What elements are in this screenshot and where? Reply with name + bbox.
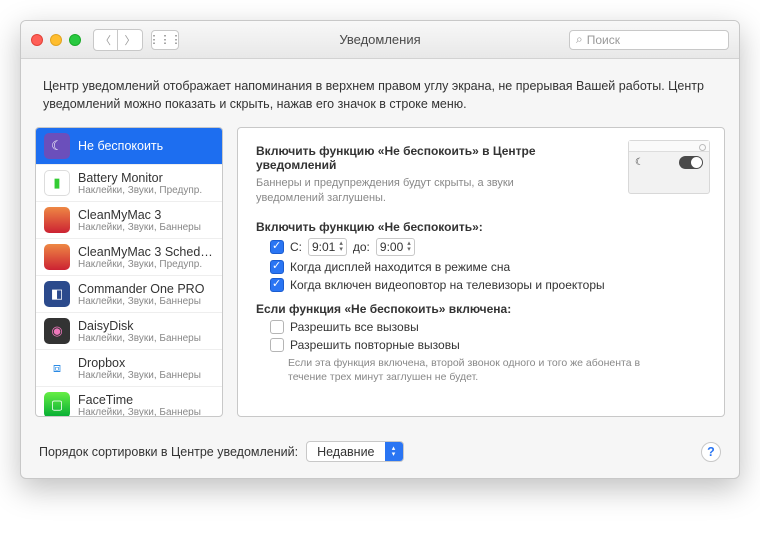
- sidebar-item-cleanmymac-sched[interactable]: CleanMyMac 3 SchedulerНаклейки, Звуки, П…: [36, 239, 222, 276]
- search-input[interactable]: ⌕ Поиск: [569, 30, 729, 50]
- facetime-icon: ▢: [44, 392, 70, 417]
- toggle-icon: [679, 156, 703, 169]
- time-from-input[interactable]: 9:01▴▾: [308, 238, 347, 256]
- search-icon: ⌕: [576, 32, 583, 47]
- detail-description: Баннеры и предупреждения будут скрыты, а…: [256, 176, 556, 206]
- search-placeholder: Поиск: [587, 33, 620, 47]
- dropbox-icon: ⧈: [44, 355, 70, 381]
- schedule-row: С: 9:01▴▾ до: 9:00▴▾: [270, 238, 706, 256]
- sidebar-item-facetime[interactable]: ▢ FaceTimeНаклейки, Звуки, Баннеры: [36, 387, 222, 417]
- allow-all-checkbox[interactable]: [270, 320, 284, 334]
- preview-thumbnail: ☾: [628, 140, 710, 194]
- sidebar-item-battery[interactable]: ▮ Battery MonitorНаклейки, Звуки, Предуп…: [36, 165, 222, 202]
- repeat-hint: Если эта функция включена, второй звонок…: [288, 356, 648, 384]
- titlebar: 〈 〉 ⋮⋮⋮ Уведомления ⌕ Поиск: [21, 21, 739, 59]
- sidebar-item-commander[interactable]: ◧ Commander One PROНаклейки, Звуки, Банн…: [36, 276, 222, 313]
- detail-heading: Включить функцию «Не беспокоить» в Центр…: [256, 144, 556, 172]
- app-icon: [44, 244, 70, 270]
- traffic-lights: [31, 34, 81, 46]
- detail-panel: ☾ Включить функцию «Не беспокоить» в Цен…: [237, 127, 725, 417]
- sidebar-item-cleanmymac[interactable]: CleanMyMac 3Наклейки, Звуки, Баннеры: [36, 202, 222, 239]
- footer: Порядок сортировки в Центре уведомлений:…: [21, 431, 739, 478]
- help-button[interactable]: ?: [701, 442, 721, 462]
- sort-select[interactable]: Недавние ▴▾: [306, 441, 403, 462]
- time-to-input[interactable]: 9:00▴▾: [376, 238, 415, 256]
- moon-icon: ☾: [44, 133, 70, 159]
- battery-icon: ▮: [44, 170, 70, 196]
- back-button[interactable]: 〈: [94, 30, 118, 50]
- section-turn-on: Включить функцию «Не беспокоить»:: [256, 220, 706, 234]
- app-list: ☾ Не беспокоить ▮ Battery MonitorНаклейк…: [35, 127, 223, 417]
- sort-label: Порядок сортировки в Центре уведомлений:: [39, 445, 298, 459]
- nav-buttons: 〈 〉: [93, 29, 143, 51]
- app-icon: [44, 207, 70, 233]
- mirror-checkbox[interactable]: [270, 278, 284, 292]
- section-when-on: Если функция «Не беспокоить» включена:: [256, 302, 706, 316]
- sidebar-item-daisydisk[interactable]: ◉ DaisyDiskНаклейки, Звуки, Баннеры: [36, 313, 222, 350]
- allow-repeat-checkbox[interactable]: [270, 338, 284, 352]
- forward-button[interactable]: 〉: [118, 30, 142, 50]
- intro-text: Центр уведомлений отображает напоминания…: [21, 59, 739, 127]
- minimize-icon[interactable]: [50, 34, 62, 46]
- app-icon: ◉: [44, 318, 70, 344]
- maximize-icon[interactable]: [69, 34, 81, 46]
- chevron-updown-icon: ▴▾: [385, 442, 403, 461]
- preferences-window: 〈 〉 ⋮⋮⋮ Уведомления ⌕ Поиск Центр уведом…: [20, 20, 740, 479]
- moon-icon: ☾: [635, 157, 644, 168]
- sidebar-item-dnd[interactable]: ☾ Не беспокоить: [36, 128, 222, 165]
- close-icon[interactable]: [31, 34, 43, 46]
- sidebar-item-dropbox[interactable]: ⧈ DropboxНаклейки, Звуки, Баннеры: [36, 350, 222, 387]
- app-icon: ◧: [44, 281, 70, 307]
- content-area: ☾ Не беспокоить ▮ Battery MonitorНаклейк…: [21, 127, 739, 431]
- schedule-checkbox[interactable]: [270, 240, 284, 254]
- show-all-button[interactable]: ⋮⋮⋮: [151, 30, 179, 50]
- sleep-checkbox[interactable]: [270, 260, 284, 274]
